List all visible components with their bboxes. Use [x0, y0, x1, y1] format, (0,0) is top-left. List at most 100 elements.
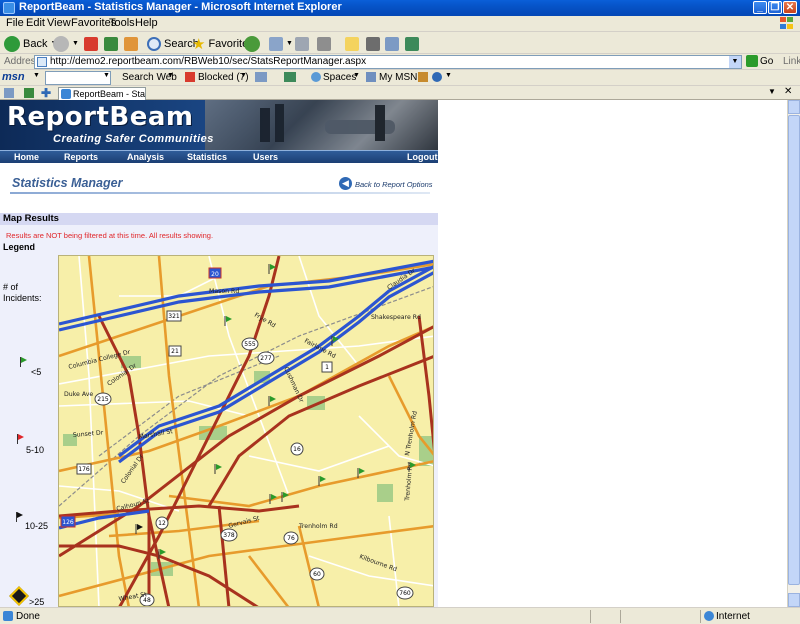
msn-search-input[interactable]	[45, 71, 111, 85]
route-shield-12-a: 12	[155, 516, 169, 530]
standard-toolbar: Back ▼ ▼ Search ★ Favorites ▼	[0, 32, 800, 54]
route-shield-1: 1	[321, 361, 333, 373]
route-shield-60: 60	[309, 567, 325, 581]
go-button[interactable]: Go	[760, 56, 773, 67]
label-shakespeare-rd: Shakespeare Rd	[371, 314, 421, 321]
route-shield-176: 176	[76, 463, 92, 475]
section-header: Map Results	[0, 213, 438, 225]
nav-reports[interactable]: Reports	[64, 152, 98, 162]
svg-text:321: 321	[168, 313, 180, 320]
forward-button[interactable]: ▼	[53, 35, 79, 52]
notes-icon	[345, 36, 359, 51]
spaces-icon	[311, 72, 321, 82]
nav-analysis[interactable]: Analysis	[127, 152, 164, 162]
contacts-button[interactable]	[405, 35, 419, 52]
svg-text:16: 16	[293, 446, 301, 453]
menu-view[interactable]: View	[47, 17, 71, 29]
route-shield-321: 321	[166, 310, 182, 322]
page-icon	[37, 57, 47, 67]
close-tab-icon[interactable]: ✕	[784, 86, 792, 97]
legend-flag-green-icon	[20, 357, 28, 367]
menu-file[interactable]: File	[6, 17, 24, 29]
research-button[interactable]	[366, 35, 380, 52]
ie-icon	[3, 2, 15, 14]
nav-home[interactable]: Home	[14, 152, 39, 162]
menu-edit[interactable]: Edit	[26, 17, 45, 29]
back-button[interactable]: Back ▼	[4, 35, 57, 52]
route-shield-277: 277	[257, 351, 275, 365]
internet-zone-icon	[704, 611, 714, 621]
tab-list-icon[interactable]: ▼	[768, 87, 776, 96]
history-button[interactable]	[244, 35, 260, 52]
stop-button[interactable]	[84, 35, 98, 52]
mail-button[interactable]: ▼	[269, 35, 293, 52]
incident-map[interactable]: 20 321 21 555 277 1 215 16 12 176 126 37…	[58, 255, 434, 607]
legend-flag-black-icon	[16, 512, 24, 522]
edit-button[interactable]	[317, 35, 331, 52]
legend-label-gt25: >25	[29, 597, 45, 607]
go-arrow-icon[interactable]	[746, 55, 758, 67]
tab-reportbeam[interactable]: ReportBeam - Statist...	[58, 87, 146, 100]
svg-text:555: 555	[244, 341, 256, 348]
messenger-msn-icon[interactable]	[284, 72, 296, 82]
mymsn-icon	[366, 72, 376, 82]
nav-logout[interactable]: Logout	[407, 152, 438, 162]
my-msn-button[interactable]: My MSN	[379, 72, 417, 83]
mail-icon	[269, 36, 283, 51]
home-icon	[124, 36, 138, 51]
interstate-shield-126: 126	[60, 515, 76, 528]
favorites-center-icon[interactable]	[4, 88, 14, 98]
site-logo[interactable]: ReportBeam	[7, 102, 193, 132]
print-button[interactable]	[295, 35, 309, 52]
route-shield-760: 760	[396, 586, 414, 600]
nav-users[interactable]: Users	[253, 152, 278, 162]
map-canvas[interactable]: 20 321 21 555 277 1 215 16 12 176 126 37…	[59, 256, 434, 607]
highlight-icon[interactable]	[255, 72, 267, 82]
maximize-button[interactable]: ❐	[768, 1, 782, 14]
nav-statistics[interactable]: Statistics	[187, 152, 227, 162]
incident-flag-green[interactable]	[214, 464, 222, 474]
new-tab-icon[interactable]: ✚	[41, 87, 51, 99]
help-icon[interactable]	[432, 72, 442, 82]
back-to-report-options-link[interactable]: Back to Report Options	[355, 180, 433, 189]
tab-page-icon	[61, 89, 71, 99]
address-dropdown-icon[interactable]: ▼	[729, 56, 741, 68]
title-underline	[10, 192, 430, 194]
svg-text:176: 176	[78, 466, 90, 473]
title-bar: ReportBeam - Statistics Manager - Micros…	[0, 0, 800, 16]
scroll-down-button[interactable]	[788, 593, 800, 607]
svg-text:277: 277	[260, 355, 272, 362]
svg-text:760: 760	[399, 590, 411, 597]
stop-icon	[84, 36, 98, 51]
minimize-button[interactable]: _	[753, 1, 767, 14]
add-favorite-icon[interactable]	[24, 88, 34, 98]
scroll-up-button[interactable]	[788, 100, 800, 114]
menu-tools[interactable]: Tools	[109, 17, 135, 29]
close-button[interactable]: ✕	[783, 1, 797, 14]
label-sunset-dr: Sunset Dr	[73, 429, 104, 439]
home-button[interactable]	[124, 35, 138, 52]
svg-text:215: 215	[97, 396, 109, 403]
msn-dropdown-icon[interactable]: ▼	[33, 72, 40, 79]
msn-search-dropdown-icon[interactable]: ▼	[103, 72, 110, 79]
back-arrow-icon[interactable]: ◀	[339, 177, 352, 190]
route-shield-555: 555	[241, 337, 259, 351]
edit-icon	[317, 36, 331, 51]
address-url: http://demo2.reportbeam.com/RBWeb10/sec/…	[50, 56, 367, 67]
route-shield-21: 21	[168, 345, 182, 357]
refresh-button[interactable]	[104, 35, 118, 52]
links-button[interactable]: Links	[783, 56, 800, 67]
legend-label-10-25: 10-25	[25, 521, 49, 531]
menu-help[interactable]: Help	[135, 17, 158, 29]
address-input[interactable]: http://demo2.reportbeam.com/RBWeb10/sec/…	[34, 55, 742, 69]
filter-notice: Results are NOT being filtered at this t…	[6, 231, 214, 240]
notes-button[interactable]	[345, 35, 359, 52]
scroll-thumb[interactable]	[788, 115, 800, 585]
svg-text:378: 378	[223, 532, 235, 539]
messenger-button[interactable]	[385, 35, 399, 52]
vertical-scrollbar[interactable]	[787, 100, 800, 607]
options-icon[interactable]	[418, 72, 428, 82]
messenger-icon	[385, 36, 399, 51]
spaces-button[interactable]: Spaces	[323, 72, 356, 83]
msn-logo[interactable]: msn	[2, 71, 25, 83]
